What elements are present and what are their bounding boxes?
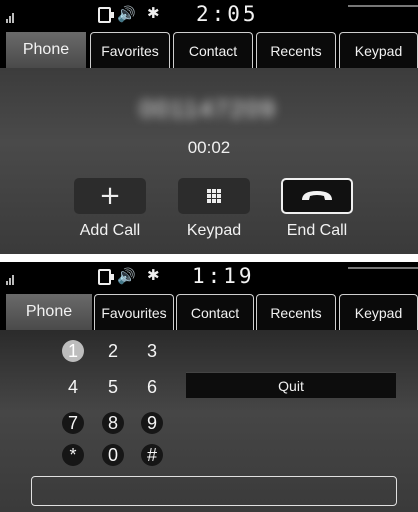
tab-phone[interactable]: Phone	[6, 32, 86, 68]
tab-favourites[interactable]: Favourites	[94, 294, 174, 330]
key-9[interactable]: 9	[141, 412, 163, 434]
tab-phone[interactable]: Phone	[6, 294, 92, 330]
status-divider	[348, 5, 418, 7]
keypad-label: Keypad	[186, 222, 242, 239]
tab-favorites[interactable]: Favorites	[90, 32, 170, 68]
keypad-button[interactable]	[178, 178, 250, 214]
status-divider	[348, 267, 418, 269]
key-4[interactable]: 4	[62, 376, 84, 398]
key-1[interactable]: 1	[62, 340, 84, 362]
add-call-button[interactable]: +	[74, 178, 146, 214]
key-7[interactable]: 7	[62, 412, 84, 434]
tab-keypad[interactable]: Keypad	[339, 294, 418, 330]
quit-button[interactable]: Quit	[186, 372, 396, 398]
plus-icon: +	[99, 181, 121, 211]
keypad-panel: 1 2 3 4 5 6 7 8 9 * 0 # Quit	[0, 330, 418, 512]
status-bar: 🔊 ✱ 2:05	[0, 0, 418, 30]
key-6[interactable]: 6	[141, 376, 163, 398]
key-3[interactable]: 3	[141, 340, 163, 362]
tab-keypad[interactable]: Keypad	[339, 32, 418, 68]
tab-contact[interactable]: Contact	[173, 32, 253, 68]
key-8[interactable]: 8	[102, 412, 124, 434]
active-call-screen: 🔊 ✱ 2:05 Phone Favorites Contact Recents…	[0, 0, 418, 254]
status-bar: 🔊 ✱ 1:19	[0, 262, 418, 292]
key-5[interactable]: 5	[102, 376, 124, 398]
signal-strength-icon	[6, 13, 18, 23]
add-call-label: Add Call	[79, 222, 141, 239]
tab-contact[interactable]: Contact	[176, 294, 254, 330]
hang-up-icon	[302, 191, 332, 200]
end-call-label: End Call	[286, 222, 348, 239]
end-call-button[interactable]	[281, 178, 353, 214]
signal-strength-icon	[6, 275, 18, 285]
bluetooth-icon: ✱	[147, 266, 160, 284]
tab-bar: Phone Favourites Contact Recents Keypad	[0, 294, 418, 330]
call-duration: 00:02	[187, 138, 231, 157]
dialed-number-field[interactable]	[31, 476, 397, 506]
key-0[interactable]: 0	[102, 444, 124, 466]
phone-battery-icon	[98, 7, 114, 23]
tab-recents[interactable]: Recents	[256, 294, 336, 330]
key-star[interactable]: *	[62, 444, 84, 466]
key-hash[interactable]: #	[141, 444, 163, 466]
tab-bar: Phone Favorites Contact Recents Keypad	[0, 32, 418, 68]
call-panel: 001147209 00:02 + Add Call Keypad End Ca…	[0, 68, 418, 254]
keypad-grid-icon	[207, 189, 221, 203]
tab-recents[interactable]: Recents	[256, 32, 336, 68]
key-2[interactable]: 2	[102, 340, 124, 362]
phone-battery-icon	[98, 269, 114, 285]
clock: 2:05	[196, 2, 259, 26]
bluetooth-icon: ✱	[147, 4, 160, 22]
caller-number: 001147209	[139, 96, 277, 123]
keypad-screen: 🔊 ✱ 1:19 Phone Favourites Contact Recent…	[0, 262, 418, 512]
speaker-volume-icon: 🔊	[117, 5, 136, 23]
speaker-volume-icon: 🔊	[117, 267, 136, 285]
clock: 1:19	[192, 264, 255, 288]
